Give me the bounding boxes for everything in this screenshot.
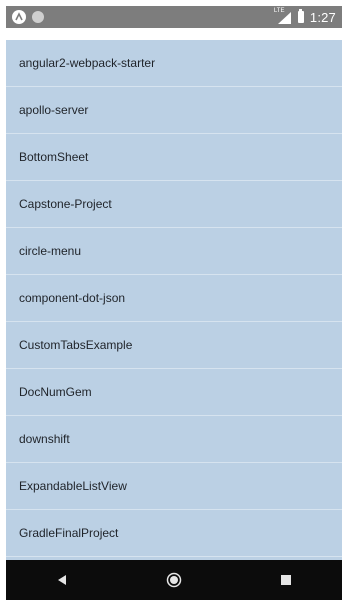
navigation-bar bbox=[6, 560, 342, 600]
home-icon bbox=[166, 572, 182, 588]
home-button[interactable] bbox=[154, 560, 194, 600]
list-item[interactable]: DocNumGem bbox=[6, 369, 342, 416]
battery-icon bbox=[297, 9, 304, 23]
recents-button[interactable] bbox=[266, 560, 306, 600]
network-type-label: LTE bbox=[273, 8, 285, 14]
list-item[interactable]: component-dot-json bbox=[6, 275, 342, 322]
signal-lte-icon: LTE bbox=[273, 8, 292, 24]
list-item[interactable]: apollo-server bbox=[6, 87, 342, 134]
status-time: 1:27 bbox=[309, 9, 336, 25]
status-bar: LTE 1:27 bbox=[6, 6, 342, 28]
list-item[interactable]: BottomSheet bbox=[6, 134, 342, 181]
app-notification-icon bbox=[12, 10, 26, 24]
list-item[interactable]: GradleFinalProject bbox=[6, 510, 342, 557]
list-item[interactable]: ExpandableListView bbox=[6, 463, 342, 510]
back-icon bbox=[58, 575, 66, 585]
list-item[interactable]: CustomTabsExample bbox=[6, 322, 342, 369]
back-button[interactable] bbox=[42, 560, 82, 600]
notification-dot-icon bbox=[32, 11, 44, 23]
status-bar-left bbox=[12, 10, 44, 24]
list-item[interactable]: angular2-webpack-starter bbox=[6, 40, 342, 87]
list-item[interactable]: downshift bbox=[6, 416, 342, 463]
status-bar-right: LTE 1:27 bbox=[273, 8, 336, 25]
list-item[interactable]: circle-menu bbox=[6, 228, 342, 275]
recents-icon bbox=[281, 575, 291, 585]
phone-screen: LTE 1:27 angular2-webpack-starter apollo… bbox=[0, 0, 348, 600]
repository-list: angular2-webpack-starter apollo-server B… bbox=[6, 40, 342, 560]
list-item[interactable]: Capstone-Project bbox=[6, 181, 342, 228]
